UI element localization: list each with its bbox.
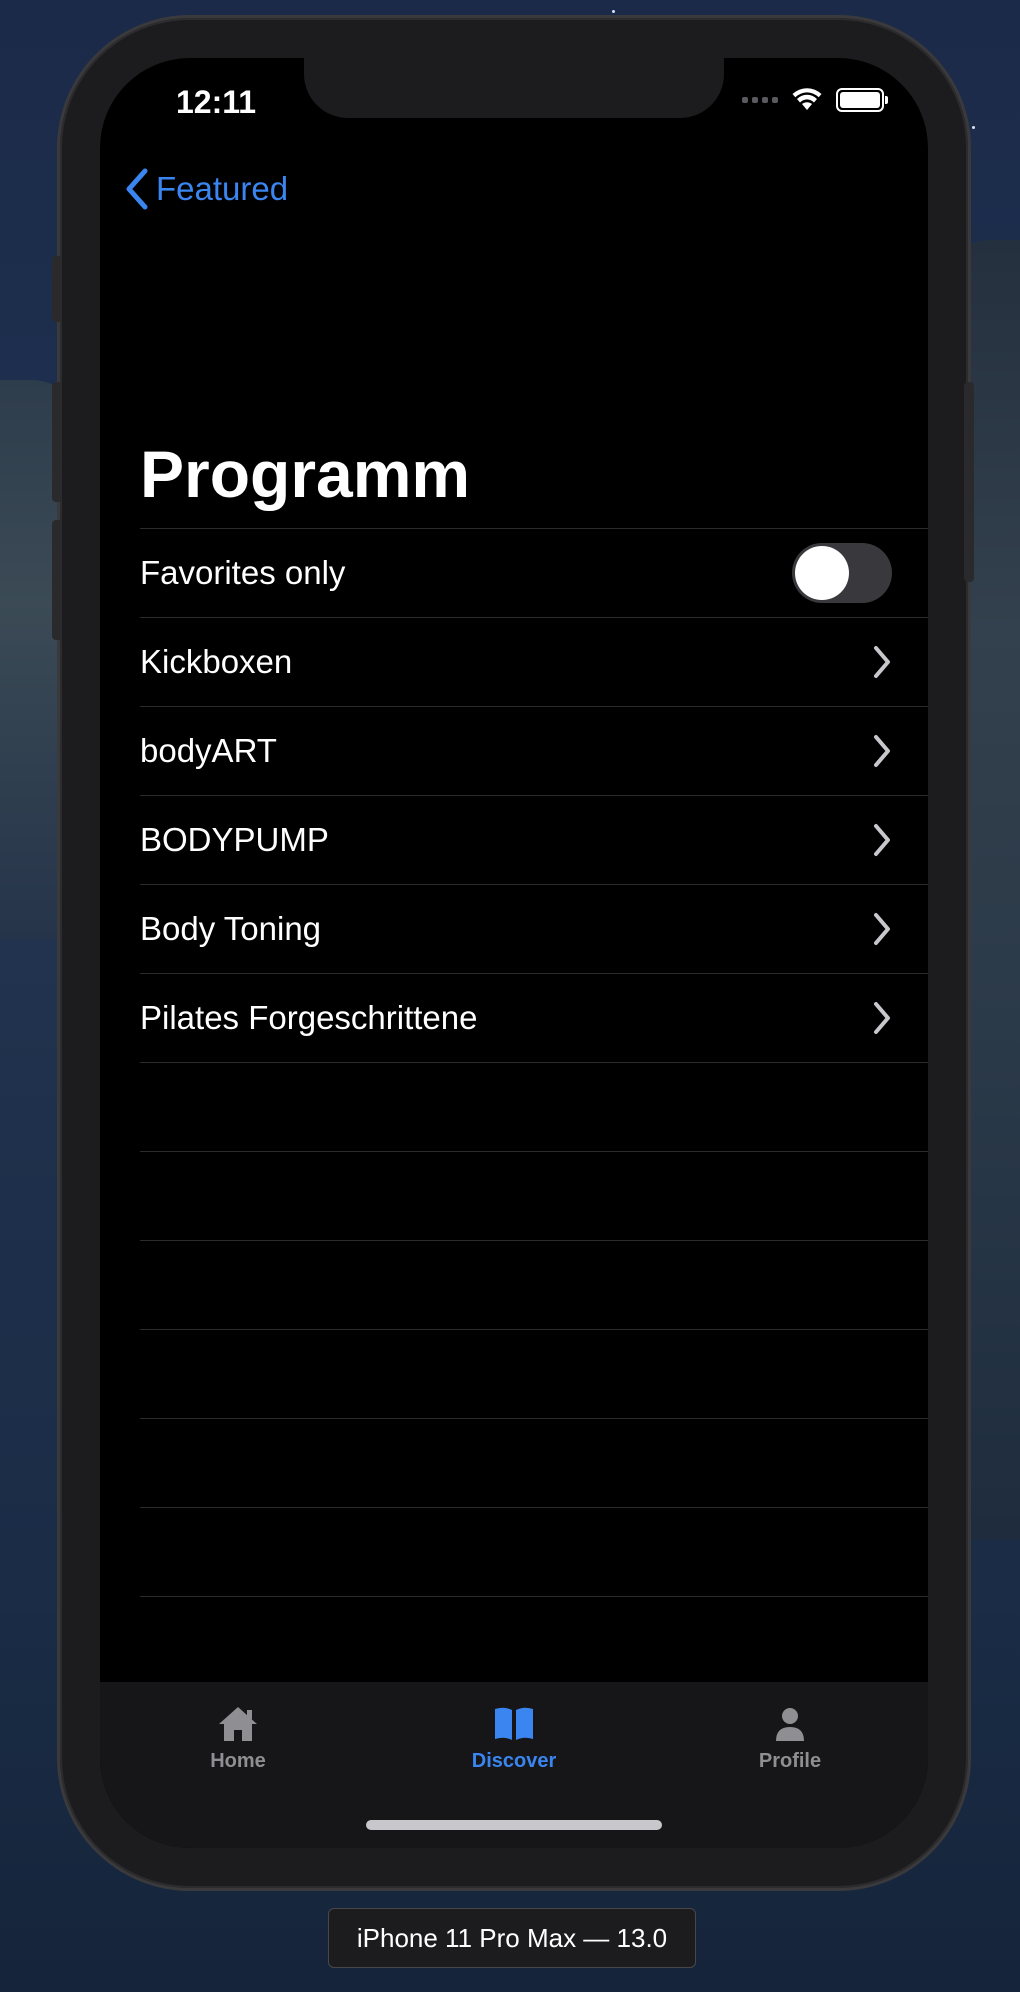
chevron-left-icon [126,168,148,210]
phone-screen: 12:11 Featured Programm Favorites only K… [100,58,928,1848]
chevron-right-icon [874,1002,890,1034]
chevron-right-icon [874,824,890,856]
device-volume-down-button [52,520,62,640]
list-item-kickboxen[interactable]: Kickboxen [140,617,928,706]
favorites-only-label: Favorites only [140,554,346,591]
wallpaper-star [612,10,615,13]
chevron-right-icon [874,735,890,767]
house-icon [219,1707,257,1741]
tab-discover-label: Discover [471,1750,557,1772]
program-list: Favorites only Kickboxen bodyART BODYPUM… [140,528,928,1685]
list-item-label: Body Toning [140,910,322,947]
empty-row [140,1062,928,1151]
list-item-label: BODYPUMP [140,821,329,858]
list-item-label: Pilates Forgeschrittene [140,999,478,1036]
wallpaper-star [972,126,975,129]
simulator-device-label: iPhone 11 Pro Max — 13.0 [328,1908,696,1968]
list-item-bodypump[interactable]: BODYPUMP [140,795,928,884]
empty-row [140,1418,928,1507]
tab-profile-label: Profile [758,1750,822,1772]
device-volume-up-button [52,382,62,502]
toggle-knob [795,546,849,600]
empty-row [140,1596,928,1685]
chevron-right-icon [874,913,890,945]
empty-row [140,1151,928,1240]
empty-row [140,1240,928,1329]
book-icon [495,1707,533,1740]
device-silent-switch [52,256,62,322]
list-item-body-toning[interactable]: Body Toning [140,884,928,973]
list-item-bodyart[interactable]: bodyART [140,706,928,795]
back-button[interactable]: Featured [124,168,288,210]
empty-row [140,1329,928,1418]
tab-profile[interactable]: Profile [710,1704,870,1773]
back-button-label: Featured [156,170,289,207]
status-icons [742,88,888,112]
list-item-label: Kickboxen [140,643,293,680]
device-power-button [964,382,974,582]
tab-discover[interactable]: Discover [434,1704,594,1773]
notch [304,58,724,118]
list-item-label: bodyART [140,732,277,769]
favorites-only-row: Favorites only [140,528,928,617]
list-item-pilates-forgeschrittene[interactable]: Pilates Forgeschrittene [140,973,928,1062]
cellular-signal-icon [742,97,778,103]
battery-icon [836,88,888,112]
chevron-right-icon [874,646,890,678]
tab-home-label: Home [210,1750,266,1772]
page-title: Programm [140,437,471,511]
favorites-only-toggle[interactable] [792,543,892,603]
empty-row [140,1507,928,1596]
person-icon [776,1708,804,1741]
home-indicator[interactable] [366,1820,662,1830]
tab-home[interactable]: Home [158,1704,318,1773]
status-time: 12:11 [176,84,257,120]
wifi-icon [792,88,822,110]
